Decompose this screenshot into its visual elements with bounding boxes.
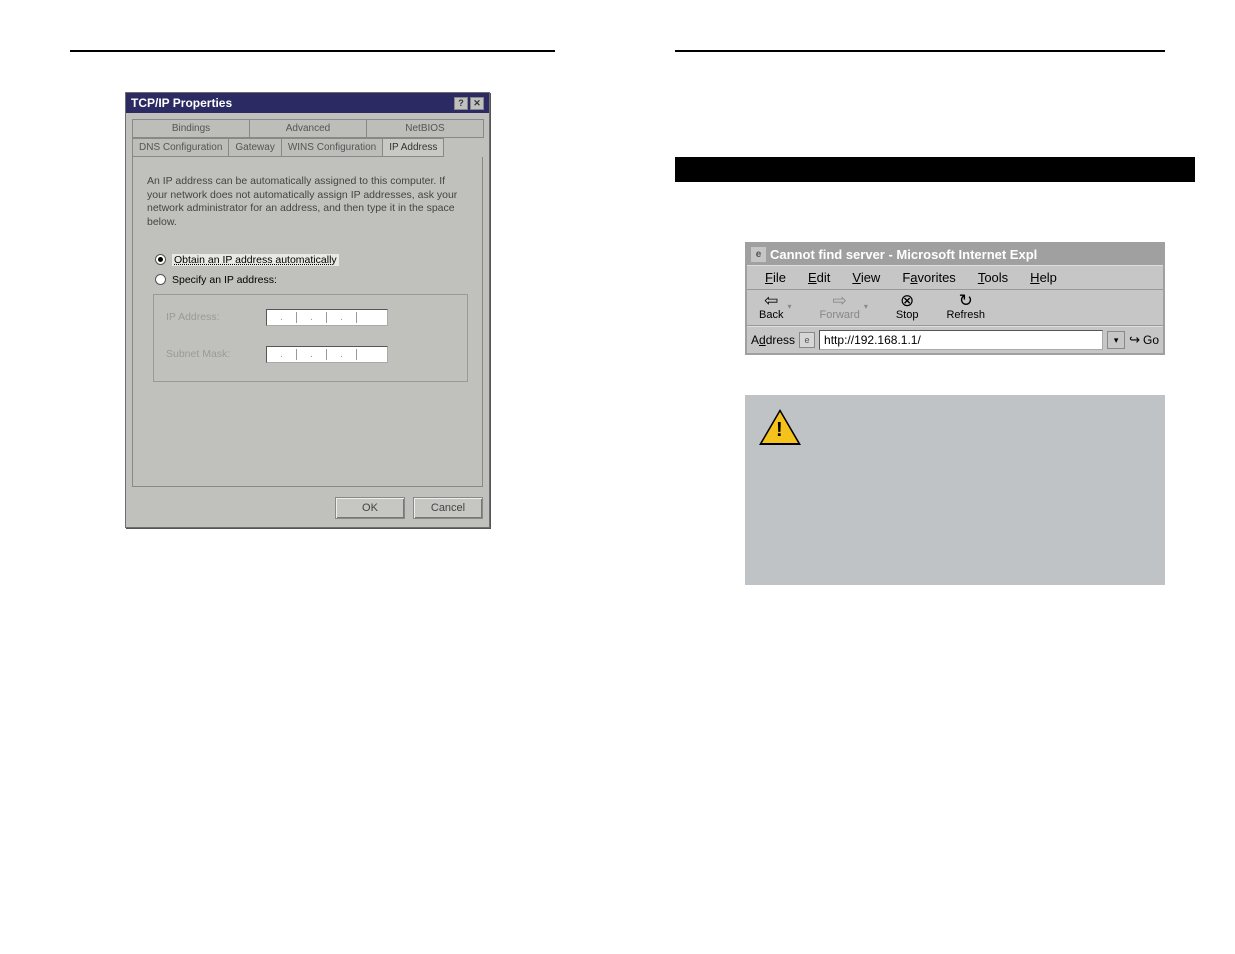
radio-auto-label: Obtain an IP address automatically: [172, 254, 339, 266]
go-icon: ↪: [1129, 332, 1140, 348]
radio-specify[interactable]: [155, 274, 166, 285]
address-label: Address: [751, 333, 795, 347]
refresh-icon: ↻: [959, 292, 973, 309]
ie-title-text: Cannot find server - Microsoft Internet …: [770, 247, 1037, 262]
ie-title-bar: e Cannot find server - Microsoft Interne…: [747, 244, 1163, 265]
stop-icon: ⊗: [900, 292, 914, 309]
menu-tools[interactable]: Tools: [978, 270, 1008, 285]
address-bar: Address e http://192.168.1.1/ ▾ ↪ Go: [747, 326, 1163, 353]
stop-button[interactable]: ⊗ Stop: [896, 292, 919, 321]
ie-window: e Cannot find server - Microsoft Interne…: [745, 242, 1165, 355]
page-icon: e: [799, 332, 815, 348]
ip-input[interactable]: ...: [266, 309, 388, 326]
tab-advanced[interactable]: Advanced: [249, 119, 367, 138]
menu-help[interactable]: Help: [1030, 270, 1057, 285]
cancel-button[interactable]: Cancel: [413, 497, 483, 519]
tcpip-dialog: TCP/IP Properties ? ✕ Bindings Advanced …: [125, 92, 490, 528]
back-button[interactable]: ⇦ Back: [759, 292, 783, 321]
tab-wins[interactable]: WINS Configuration: [281, 138, 383, 157]
dialog-description: An IP address can be automatically assig…: [147, 175, 468, 230]
tab-bindings[interactable]: Bindings: [132, 119, 250, 138]
help-button[interactable]: ?: [454, 97, 468, 110]
right-divider: [675, 50, 1165, 52]
back-icon: ⇦: [764, 292, 778, 309]
radio-specify-label: Specify an IP address:: [172, 274, 277, 286]
left-divider: [70, 50, 555, 52]
menu-file[interactable]: File: [765, 270, 786, 285]
radio-auto[interactable]: [155, 254, 166, 265]
ie-menu-bar: File Edit View Favorites Tools Help: [747, 265, 1163, 290]
ie-logo-icon: e: [751, 247, 766, 262]
back-dropdown[interactable]: ▾: [787, 302, 791, 311]
dialog-title: TCP/IP Properties: [131, 96, 232, 110]
menu-view[interactable]: View: [852, 270, 880, 285]
warning-box: !: [745, 395, 1165, 585]
ie-toolbar: ⇦ Back ▾ ⇨ Forward ▾ ⊗ Stop: [747, 290, 1163, 326]
tab-netbios[interactable]: NetBIOS: [366, 119, 484, 138]
menu-favorites[interactable]: Favorites: [902, 270, 955, 285]
menu-edit[interactable]: Edit: [808, 270, 830, 285]
dialog-title-bar: TCP/IP Properties ? ✕: [126, 93, 489, 113]
close-button[interactable]: ✕: [470, 97, 484, 110]
ip-group: IP Address: ... Subnet Mask: ...: [153, 294, 468, 382]
address-dropdown[interactable]: ▾: [1107, 331, 1125, 349]
tab-ipaddress[interactable]: IP Address: [382, 138, 444, 157]
address-input[interactable]: http://192.168.1.1/: [819, 330, 1103, 350]
forward-dropdown[interactable]: ▾: [864, 302, 868, 311]
go-button[interactable]: ↪ Go: [1129, 332, 1159, 348]
radio-specify-row[interactable]: Specify an IP address:: [155, 274, 468, 286]
warning-icon: !: [759, 409, 801, 445]
forward-button[interactable]: ⇨ Forward: [819, 292, 859, 321]
ip-label: IP Address:: [166, 311, 246, 323]
tab-gateway[interactable]: Gateway: [228, 138, 281, 157]
tab-dns[interactable]: DNS Configuration: [132, 138, 229, 157]
black-bar: [675, 157, 1195, 182]
forward-icon: ⇨: [833, 292, 847, 309]
radio-auto-row[interactable]: Obtain an IP address automatically: [155, 254, 468, 266]
mask-input[interactable]: ...: [266, 346, 388, 363]
ok-button[interactable]: OK: [335, 497, 405, 519]
mask-label: Subnet Mask:: [166, 348, 246, 360]
refresh-button[interactable]: ↻ Refresh: [946, 292, 985, 321]
